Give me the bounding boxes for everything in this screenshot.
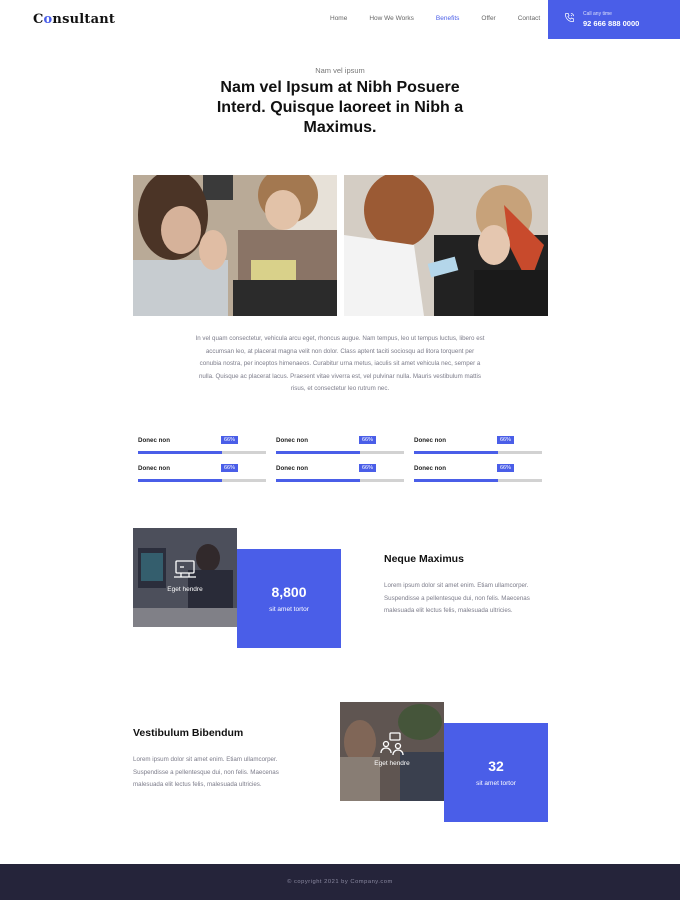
site-header: Consultant Home How We Works Benefits Of… bbox=[0, 0, 680, 39]
call-box[interactable]: Call any time 92 666 888 0000 bbox=[548, 0, 680, 39]
skill-percent-badge: 66% bbox=[221, 464, 239, 472]
skill-fill bbox=[276, 451, 360, 454]
nav-offer[interactable]: Offer bbox=[481, 15, 495, 22]
feature-1-text: Lorem ipsum dolor sit amet enim. Etiam u… bbox=[384, 582, 530, 615]
feature-1-stat-box: 8,800 sit amet tortor bbox=[237, 549, 341, 648]
nav-how-we-works[interactable]: How We Works bbox=[369, 15, 414, 22]
photo-teamwork bbox=[344, 175, 548, 316]
skill-label: Donec non bbox=[138, 437, 170, 444]
nav-contact[interactable]: Contact bbox=[518, 15, 540, 22]
skill-label: Donec non bbox=[276, 437, 308, 444]
feature-1-stat-label: sit amet tortor bbox=[269, 606, 309, 613]
skill-percent-badge: 66% bbox=[359, 464, 377, 472]
logo-text: Consultant bbox=[33, 12, 116, 27]
feature-1-image-card: Eget hendre bbox=[133, 528, 237, 627]
skill-percent-badge: 66% bbox=[359, 436, 377, 444]
skill-label: Donec non bbox=[414, 437, 446, 444]
skill-fill bbox=[414, 451, 498, 454]
feature-1-stat-value: 8,800 bbox=[271, 584, 307, 600]
skill-fill bbox=[138, 479, 222, 482]
skill-bar: Donec non 66% bbox=[276, 436, 404, 457]
feature-2-stat-box: 32 sit amet tortor bbox=[444, 723, 548, 822]
skill-track bbox=[138, 451, 266, 454]
skill-percent-badge: 66% bbox=[497, 436, 515, 444]
site-footer: © copyright 2021 by Company.com bbox=[0, 864, 680, 900]
skill-fill bbox=[138, 451, 222, 454]
skill-bar: Donec non 66% bbox=[276, 464, 404, 485]
intro-paragraph: In vel quam consectetur, vehicula arcu e… bbox=[195, 335, 485, 392]
logo[interactable]: Consultant bbox=[33, 12, 115, 27]
skill-label: Donec non bbox=[138, 465, 170, 472]
skill-label: Donec non bbox=[414, 465, 446, 472]
feature-1-title: Neque Maximus bbox=[384, 553, 464, 565]
copyright-text: © copyright 2021 by Company.com bbox=[287, 879, 393, 885]
hero-title: Nam vel Ipsum at Nibh Posuere Interd. Qu… bbox=[216, 79, 464, 136]
skill-bar: Donec non 66% bbox=[414, 464, 542, 485]
feature-2-text: Lorem ipsum dolor sit amet enim. Etiam u… bbox=[133, 756, 279, 789]
skill-bar: Donec non 66% bbox=[138, 436, 266, 457]
call-number[interactable]: 92 666 888 0000 bbox=[583, 19, 639, 28]
phone-icon bbox=[565, 13, 574, 22]
skill-track bbox=[276, 451, 404, 454]
skill-percent-badge: 66% bbox=[497, 464, 515, 472]
photo-consultation bbox=[133, 175, 337, 316]
feature-1-card-label: Eget hendre bbox=[167, 586, 203, 593]
nav-home[interactable]: Home bbox=[330, 15, 347, 22]
feature-2-card-label: Eget hendre bbox=[374, 760, 410, 767]
call-label: Call any time bbox=[583, 11, 612, 17]
skill-track bbox=[276, 479, 404, 482]
meeting-icon bbox=[380, 732, 404, 756]
skill-label: Donec non bbox=[276, 465, 308, 472]
nav-benefits[interactable]: Benefits bbox=[436, 15, 460, 22]
skill-track bbox=[414, 479, 542, 482]
skill-bar: Donec non 66% bbox=[138, 464, 266, 485]
skill-track bbox=[138, 479, 266, 482]
hero-eyebrow: Nam vel ipsum bbox=[315, 66, 365, 75]
computer-icon bbox=[174, 560, 196, 578]
skill-fill bbox=[276, 479, 360, 482]
feature-2-stat-label: sit amet tortor bbox=[476, 780, 516, 787]
feature-2-image-card: Eget hendre bbox=[340, 702, 444, 801]
skill-bar: Donec non 66% bbox=[414, 436, 542, 457]
feature-2-stat-value: 32 bbox=[488, 758, 504, 774]
skill-percent-badge: 66% bbox=[221, 436, 239, 444]
feature-2-title: Vestibulum Bibendum bbox=[133, 727, 244, 739]
main-nav: Home How We Works Benefits Offer Contact bbox=[330, 15, 562, 22]
skill-track bbox=[414, 451, 542, 454]
skill-fill bbox=[414, 479, 498, 482]
